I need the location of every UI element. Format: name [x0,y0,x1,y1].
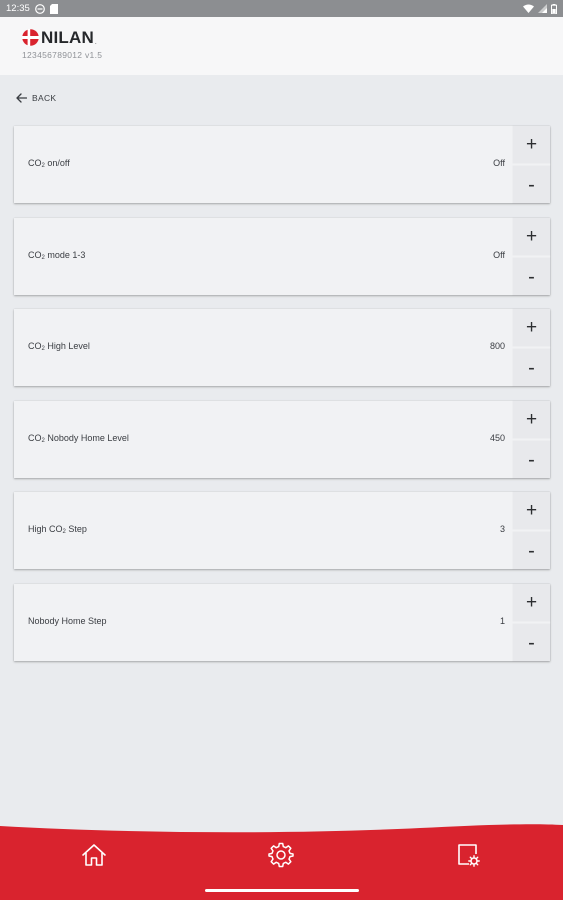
value-stepper: + - [513,492,550,569]
value-stepper: + - [513,584,550,661]
device-settings-icon [458,844,480,867]
decrement-button[interactable]: - [513,258,550,295]
increment-button[interactable]: + [513,126,550,163]
value-stepper: + - [513,401,550,478]
setting-label: High CO2 Step [28,524,87,535]
setting-row-co2-nobody-home-level: CO2 Nobody Home Level 450 + - [14,401,550,478]
setting-value: 1 [499,616,505,626]
back-button[interactable]: BACK [16,93,56,103]
value-stepper: + - [513,309,550,386]
setting-label: Nobody Home Step [28,616,107,626]
status-bar: 12:35 [0,0,563,17]
value-stepper: + - [513,218,550,295]
setting-value: 450 [489,433,505,443]
device-info: 123456789012 v1.5 [22,50,103,60]
bottom-navigation [0,820,563,900]
nav-home[interactable] [79,840,109,870]
value-stepper: + - [513,126,550,203]
increment-button[interactable]: + [513,584,550,621]
nav-device[interactable] [453,840,483,870]
registered-mark: . [94,40,97,46]
setting-row-co2-on-off: CO2 on/off Off + - [14,126,550,203]
setting-value: Off [493,158,505,168]
nav-settings[interactable] [266,840,296,870]
wifi-icon [523,4,534,13]
setting-label: CO2 High Level [28,341,90,352]
status-time: 12:35 [6,3,30,14]
battery-icon [551,3,557,14]
setting-value: 800 [489,341,505,351]
decrement-button[interactable]: - [513,349,550,386]
arrow-left-icon [16,93,27,103]
decrement-button[interactable]: - [513,441,550,478]
back-label: BACK [32,93,57,103]
setting-row-high-co2-step: High CO2 Step 3 + - [14,492,550,569]
setting-row-co2-mode: CO2 mode 1-3 Off + - [14,218,550,295]
setting-value: 3 [499,524,505,534]
nilan-logo-icon [22,29,39,46]
setting-row-nobody-home-step: Nobody Home Step 1 + - [14,584,550,661]
home-icon [82,844,106,866]
brand-name: NILAN [41,28,94,47]
sd-card-icon [49,3,58,14]
setting-value: Off [493,250,505,260]
app-header: NILAN . 123456789012 v1.5 [0,17,563,75]
increment-button[interactable]: + [513,309,550,346]
setting-label: CO2 mode 1-3 [28,250,86,261]
decrement-button[interactable]: - [513,532,550,569]
increment-button[interactable]: + [513,401,550,438]
gear-icon [268,842,294,868]
setting-label: CO2 on/off [28,158,70,169]
decrement-button[interactable]: - [513,624,550,661]
decrement-button[interactable]: - [513,166,550,203]
brand-logo: NILAN . [22,29,97,46]
increment-button[interactable]: + [513,218,550,255]
dnd-icon [34,3,45,14]
signal-icon [538,4,547,13]
increment-button[interactable]: + [513,492,550,529]
setting-row-co2-high-level: CO2 High Level 800 + - [14,309,550,386]
setting-label: CO2 Nobody Home Level [28,433,129,444]
home-indicator[interactable] [205,889,359,892]
